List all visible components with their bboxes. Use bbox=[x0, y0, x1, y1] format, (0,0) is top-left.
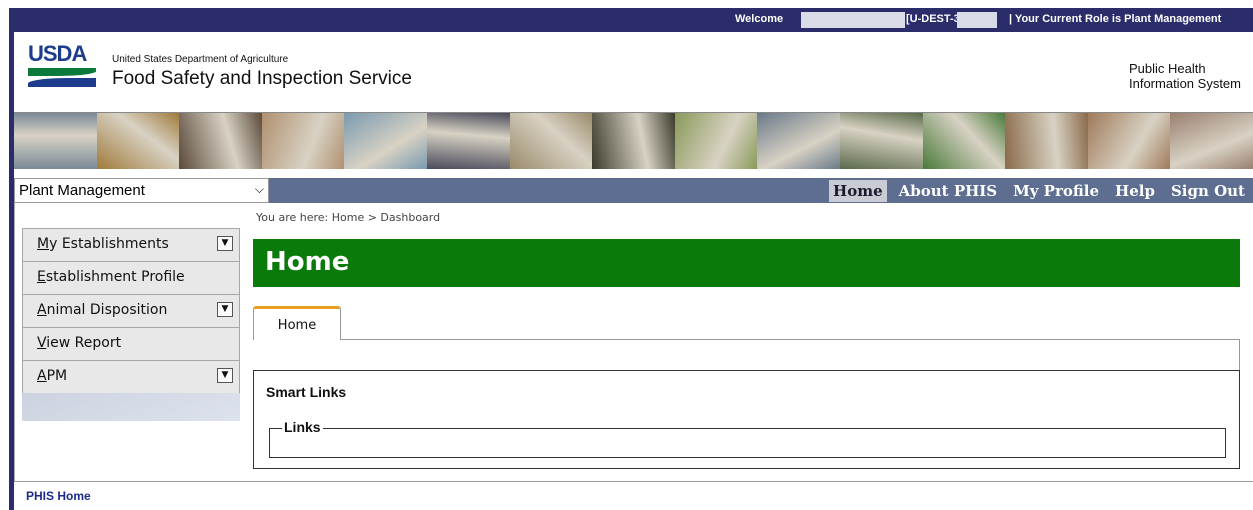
header-photo bbox=[674, 113, 758, 169]
phis-home-link[interactable]: PHIS Home bbox=[26, 489, 91, 503]
menu-item-accesskey: V bbox=[37, 335, 47, 351]
menu-establishment-profile[interactable]: Establishment Profile bbox=[22, 261, 240, 294]
dropdown-arrow-icon[interactable]: ▼ bbox=[217, 236, 233, 251]
header-photo bbox=[344, 113, 427, 169]
menu-animal-disposition[interactable]: Animal Disposition ▼ bbox=[22, 294, 240, 327]
menu-footer bbox=[22, 393, 240, 421]
menu-my-establishments[interactable]: My Establishments ▼ bbox=[22, 228, 240, 261]
smart-links-panel: Smart Links Links bbox=[253, 370, 1240, 469]
nav-help[interactable]: Help bbox=[1111, 180, 1159, 202]
menu-item-accesskey: M bbox=[37, 236, 50, 252]
links-fieldset: Links bbox=[269, 419, 1226, 458]
menu-item-label: nimal Disposition bbox=[46, 302, 168, 318]
logo-swoosh-blue bbox=[28, 78, 96, 87]
menu-item-accesskey: E bbox=[37, 269, 46, 285]
page-title: Home bbox=[265, 247, 350, 277]
breadcrumb: You are here: Home > Dashboard bbox=[256, 211, 441, 224]
system-name-line1: Public Health bbox=[1129, 61, 1206, 76]
left-border bbox=[14, 203, 15, 481]
dropdown-arrow-icon[interactable]: ▼ bbox=[217, 302, 233, 317]
menu-apm[interactable]: APM ▼ bbox=[22, 360, 240, 393]
smart-links-title: Smart Links bbox=[266, 384, 347, 400]
left-menu: My Establishments ▼ Establishment Profil… bbox=[22, 228, 240, 421]
logo-text: USDA bbox=[28, 41, 87, 66]
menu-item-accesskey: A bbox=[37, 302, 47, 318]
header-photo bbox=[1087, 113, 1171, 169]
menu-item-label: stablishment Profile bbox=[45, 269, 185, 285]
agency-name: Food Safety and Inspection Service bbox=[112, 68, 412, 89]
nav-links: Home About PHIS My Profile Help Sign Out bbox=[821, 178, 1249, 203]
nav-my-profile[interactable]: My Profile bbox=[1009, 180, 1103, 202]
menu-view-report[interactable]: View Report bbox=[22, 327, 240, 360]
main-nav: Plant Management ⌵ Home About PHIS My Pr… bbox=[14, 178, 1253, 203]
logo-swoosh-green bbox=[28, 68, 96, 76]
header-photo bbox=[922, 113, 1006, 169]
tab-home[interactable]: Home bbox=[253, 306, 341, 340]
header-photo bbox=[426, 113, 510, 169]
tab-bar: Home bbox=[253, 306, 1240, 376]
system-name: Public Health Information System bbox=[1129, 61, 1241, 91]
header-photo bbox=[1005, 113, 1088, 169]
menu-item-label: PM bbox=[46, 368, 68, 384]
site-header: USDA United States Department of Agricul… bbox=[14, 32, 1253, 112]
header-photo bbox=[509, 113, 593, 169]
role-select-value: Plant Management bbox=[19, 182, 145, 199]
user-id: [U-DEST-3! bbox=[906, 13, 964, 25]
nav-home[interactable]: Home bbox=[829, 179, 887, 202]
redacted-username bbox=[801, 12, 905, 28]
department-name: United States Department of Agriculture bbox=[112, 54, 289, 65]
menu-item-label: iew Report bbox=[46, 335, 122, 351]
role-select[interactable]: Plant Management ⌵ bbox=[14, 178, 269, 203]
nav-sign-out[interactable]: Sign Out bbox=[1167, 180, 1249, 202]
usda-logo[interactable]: USDA bbox=[28, 41, 96, 90]
header-photo bbox=[592, 113, 675, 169]
links-legend: Links bbox=[282, 419, 323, 435]
header-photo bbox=[261, 113, 345, 169]
dropdown-arrow-icon[interactable]: ▼ bbox=[217, 368, 233, 383]
site-footer: PHIS Home bbox=[14, 482, 1253, 510]
page-title-bar: Home bbox=[253, 239, 1240, 287]
header-photo-strip bbox=[14, 112, 1253, 169]
current-role: | Your Current Role is Plant Management bbox=[1009, 13, 1222, 25]
header-photo bbox=[1170, 113, 1253, 169]
redacted-user-id bbox=[957, 12, 997, 28]
header-photo bbox=[839, 113, 923, 169]
welcome-bar: Welcome [U-DEST-3! | Your Current Role i… bbox=[9, 8, 1253, 32]
tab-divider bbox=[341, 339, 1240, 340]
system-name-line2: Information System bbox=[1129, 76, 1241, 91]
header-photo bbox=[96, 113, 180, 169]
menu-item-accesskey: A bbox=[37, 368, 47, 384]
chevron-down-icon: ⌵ bbox=[254, 182, 264, 196]
header-photo bbox=[757, 113, 840, 169]
welcome-label: Welcome bbox=[735, 13, 784, 25]
header-photo bbox=[179, 113, 262, 169]
nav-about-phis[interactable]: About PHIS bbox=[895, 180, 1002, 202]
header-photo bbox=[14, 113, 97, 169]
menu-item-label: y Establishments bbox=[49, 236, 169, 252]
